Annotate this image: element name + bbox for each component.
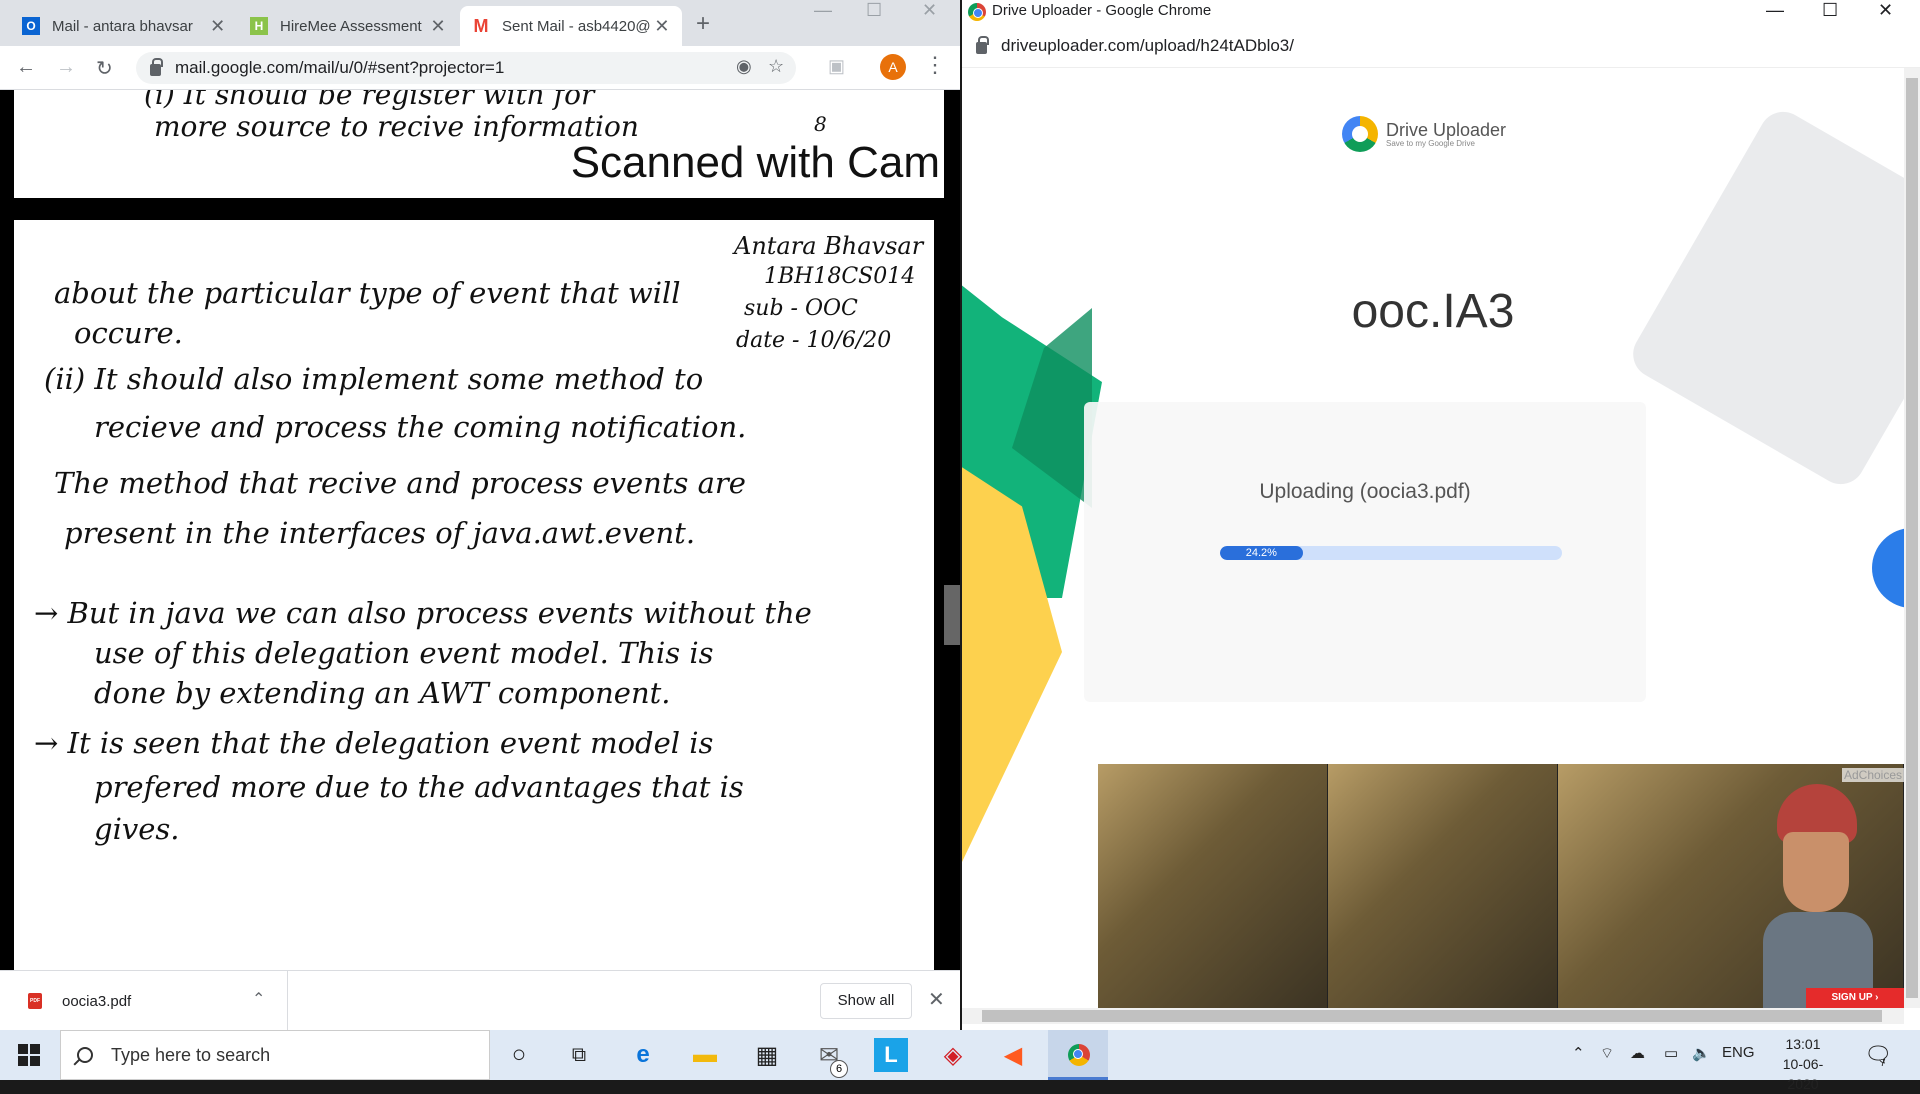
lock-icon xyxy=(976,35,989,54)
tab-hiremee[interactable]: H HireMee Assessment ✕ xyxy=(238,6,458,46)
cortana-icon[interactable]: ○ xyxy=(502,1038,536,1072)
menu-kebab-icon[interactable]: ⋮ xyxy=(924,52,946,78)
scroll-thumb[interactable] xyxy=(982,1010,1882,1022)
pdf-preview: (i) It should be register with for more … xyxy=(0,90,960,970)
outlook-icon: O xyxy=(22,17,40,35)
launcher-l-icon[interactable]: L xyxy=(874,1038,908,1072)
notification-center-icon[interactable]: 🗨 xyxy=(1864,1042,1892,1068)
pdf-file-icon: PDF xyxy=(28,993,42,1009)
new-tab-icon[interactable]: + xyxy=(696,10,710,38)
browser-toolbar: ← → ↻ mail.google.com/mail/u/0/#sent?pro… xyxy=(0,46,960,90)
show-all-button[interactable]: Show all xyxy=(820,983,912,1019)
close-tab-icon[interactable]: ✕ xyxy=(209,16,226,37)
show-hidden-icons[interactable]: ⌃ xyxy=(1572,1044,1585,1062)
address-bar[interactable]: mail.google.com/mail/u/0/#sent?projector… xyxy=(136,52,796,84)
download-shelf: PDF oocia3.pdf ⌃ Show all ✕ xyxy=(0,970,960,1031)
upload-progress-bar: 24.2% xyxy=(1220,546,1562,560)
gmail-chrome-window: O Mail - antara bhavsar ✕ H HireMee Asse… xyxy=(0,0,960,1031)
download-item[interactable]: PDF oocia3.pdf xyxy=(0,971,288,1031)
close-window-icon[interactable]: ✕ xyxy=(1878,0,1893,21)
onedrive-icon[interactable]: ☁ xyxy=(1630,1044,1645,1062)
scanned-page-1: (i) It should be register with for more … xyxy=(14,90,944,198)
ad-image-frame xyxy=(1328,764,1558,1008)
drive-uploader-logo[interactable]: Drive Uploader Save to my Google Drive xyxy=(1342,116,1506,152)
drive-uploader-chrome-window: Drive Uploader - Google Chrome — ☐ ✕ dri… xyxy=(962,0,1920,1030)
task-view-icon[interactable]: ⧉ xyxy=(562,1038,596,1072)
mcafee-icon[interactable]: ◈ xyxy=(936,1038,970,1072)
upload-status: Uploading (oocia3.pdf) xyxy=(1259,480,1471,503)
notification-count: 7 xyxy=(1880,1058,1886,1069)
title-bar: Drive Uploader - Google Chrome — ☐ ✕ xyxy=(962,0,1920,24)
advertisement[interactable]: AdChoices SIGN UP › xyxy=(1098,764,1904,1008)
tab-sent-mail[interactable]: M Sent Mail - asb4420@ ✕ xyxy=(460,6,682,46)
network-icon[interactable]: ⌔ xyxy=(1600,1044,1614,1063)
close-tab-icon[interactable]: ✕ xyxy=(654,16,670,37)
back-icon[interactable]: ← xyxy=(16,56,36,79)
battery-icon[interactable]: ▭ xyxy=(1664,1044,1678,1062)
drive-uploader-icon xyxy=(1342,116,1378,152)
scanner-watermark: Scanned with Cam xyxy=(570,138,940,187)
upload-card: Uploading (oocia3.pdf) 24.2% xyxy=(1084,402,1646,702)
app-arrow-icon[interactable]: ◀ xyxy=(996,1038,1030,1072)
minimize-icon[interactable]: — xyxy=(1766,0,1784,21)
chevron-up-icon[interactable]: ⌃ xyxy=(252,989,265,1009)
decorative-shape xyxy=(1872,528,1904,608)
close-shelf-icon[interactable]: ✕ xyxy=(928,987,945,1012)
reload-icon[interactable]: ↻ xyxy=(96,56,113,81)
vertical-scrollbar[interactable] xyxy=(1904,68,1920,1008)
chrome-icon xyxy=(968,3,986,21)
minimize-icon[interactable]: — xyxy=(814,0,832,21)
ad-person-image xyxy=(1763,784,1873,1008)
horizontal-scrollbar[interactable] xyxy=(962,1008,1904,1024)
drive-uploader-page: Drive Uploader Save to my Google Drive o… xyxy=(962,68,1904,1008)
scanned-page-2: Antara Bhavsar 1BH18CS014 sub - OOC date… xyxy=(14,220,944,970)
address-bar[interactable]: driveuploader.com/upload/h24tADblo3/ xyxy=(962,24,1920,68)
upload-title: ooc.IA3 xyxy=(1351,285,1515,338)
volume-icon[interactable]: 🔈 xyxy=(1692,1044,1711,1062)
profile-avatar[interactable]: A xyxy=(880,54,906,80)
maximize-icon[interactable]: ☐ xyxy=(1822,0,1838,21)
taskbar-search-box[interactable]: Type here to search xyxy=(60,1030,490,1080)
chrome-icon xyxy=(1068,1044,1090,1066)
chrome-taskbar-button[interactable] xyxy=(1048,1030,1108,1080)
bookmark-star-icon[interactable]: ☆ xyxy=(768,56,784,77)
windows-taskbar: Type here to search ○ ⧉ e ▬ ▦ ✉ 6 L ◈ ◀ … xyxy=(0,1030,1920,1092)
window-title: Drive Uploader - Google Chrome xyxy=(992,2,1212,19)
hiremee-icon: H xyxy=(250,17,268,35)
tracking-icon[interactable]: ◉ xyxy=(736,56,752,77)
language-indicator[interactable]: ENG xyxy=(1722,1044,1755,1061)
adchoices-label[interactable]: AdChoices xyxy=(1841,768,1904,782)
ad-image-frame xyxy=(1098,764,1328,1008)
mail-badge: 6 xyxy=(830,1060,848,1078)
close-window-icon[interactable]: ✕ xyxy=(922,0,937,21)
edge-icon[interactable]: e xyxy=(626,1038,660,1072)
close-tab-icon[interactable]: ✕ xyxy=(430,16,446,37)
ad-signup-button[interactable]: SIGN UP › xyxy=(1806,988,1904,1008)
pdf-scrollbar[interactable] xyxy=(944,90,960,970)
lock-icon xyxy=(150,58,163,76)
tab-outlook-mail[interactable]: O Mail - antara bhavsar ✕ xyxy=(10,6,238,46)
system-clock[interactable]: 13:01 10-06-2020 xyxy=(1768,1034,1838,1094)
ad-image-frame xyxy=(1558,764,1904,1008)
scroll-thumb[interactable] xyxy=(1906,78,1918,998)
file-explorer-icon[interactable]: ▬ xyxy=(688,1038,722,1072)
tab-strip: O Mail - antara bhavsar ✕ H HireMee Asse… xyxy=(0,0,960,46)
gmail-icon: M xyxy=(473,15,489,36)
progress-fill: 24.2% xyxy=(1220,546,1303,560)
store-icon[interactable]: ▦ xyxy=(750,1038,784,1072)
forward-icon[interactable]: → xyxy=(56,56,76,79)
search-icon xyxy=(77,1047,93,1063)
windows-start-icon[interactable] xyxy=(18,1044,40,1066)
extension-icon[interactable]: ▣ xyxy=(828,56,845,77)
pdf-scroll-thumb[interactable] xyxy=(944,585,960,645)
maximize-icon[interactable]: ☐ xyxy=(866,0,882,21)
